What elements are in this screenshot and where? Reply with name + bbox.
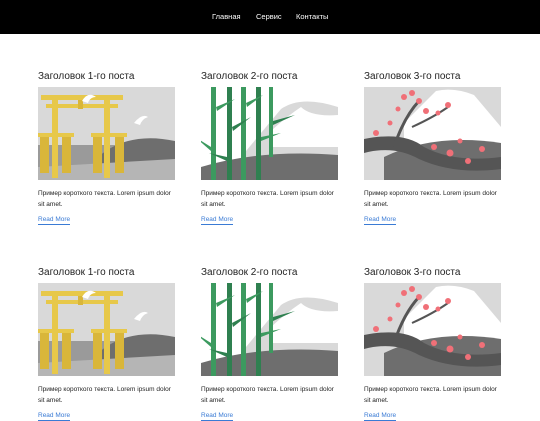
post-card: Заголовок 3-го поста Пример короткого те… — [364, 267, 502, 421]
post-title[interactable]: Заголовок 1-го поста — [38, 267, 176, 279]
bamboo-illustration[interactable] — [201, 87, 338, 180]
post-excerpt: Пример короткого текста. Lorem ipsum dol… — [201, 190, 334, 208]
nav-link-contacts[interactable]: Контакты — [296, 12, 328, 21]
main-nav: Главная Сервис Контакты — [0, 0, 540, 34]
post-excerpt: Пример короткого текста. Lorem ipsum dol… — [364, 386, 497, 404]
post-excerpt: Пример короткого текста. Lorem ipsum dol… — [38, 190, 171, 208]
post-excerpt: Пример короткого текста. Lorem ipsum dol… — [364, 190, 497, 208]
torii-gate-illustration[interactable] — [38, 283, 175, 376]
top-navigation-bar: Главная Сервис Контакты — [0, 0, 540, 34]
post-title[interactable]: Заголовок 2-го поста — [201, 267, 339, 279]
read-more-link[interactable]: Read More — [364, 215, 397, 225]
post-excerpt: Пример короткого текста. Lorem ipsum dol… — [38, 386, 171, 404]
post-title[interactable]: Заголовок 1-го поста — [38, 71, 176, 83]
post-card: Заголовок 3-го поста Пример короткого те… — [364, 71, 502, 225]
torii-gate-illustration[interactable] — [38, 87, 175, 180]
post-card: Заголовок 1-го поста Пример короткого те… — [38, 267, 176, 421]
read-more-link[interactable]: Read More — [201, 215, 234, 225]
post-title[interactable]: Заголовок 3-го поста — [364, 267, 502, 279]
post-title[interactable]: Заголовок 3-го поста — [364, 71, 502, 83]
sakura-branch-illustration[interactable] — [364, 87, 501, 180]
bamboo-illustration[interactable] — [201, 283, 338, 376]
post-title[interactable]: Заголовок 2-го поста — [201, 71, 339, 83]
post-card: Заголовок 2-го поста Пример короткого те… — [201, 71, 339, 225]
read-more-link[interactable]: Read More — [38, 411, 71, 421]
read-more-link[interactable]: Read More — [38, 215, 71, 225]
sakura-branch-illustration[interactable] — [364, 283, 501, 376]
post-card: Заголовок 2-го поста Пример короткого те… — [201, 267, 339, 421]
nav-link-home[interactable]: Главная — [212, 12, 241, 21]
post-excerpt: Пример короткого текста. Lorem ipsum dol… — [201, 386, 334, 404]
read-more-link[interactable]: Read More — [364, 411, 397, 421]
post-card: Заголовок 1-го поста Пример короткого те… — [38, 71, 176, 225]
read-more-link[interactable]: Read More — [201, 411, 234, 421]
nav-link-service[interactable]: Сервис — [256, 12, 282, 21]
